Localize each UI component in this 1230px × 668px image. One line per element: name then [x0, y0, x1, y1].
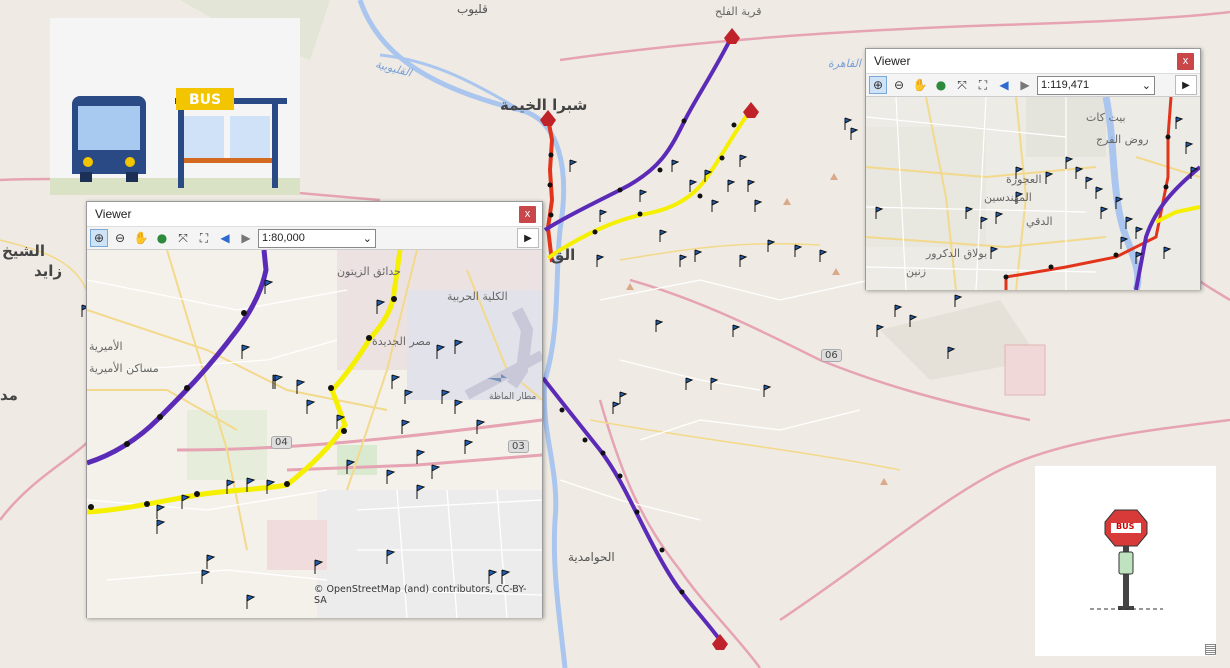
forward-arrow-icon[interactable]: ▶	[237, 229, 255, 247]
fit-extent-icon[interactable]: ⛶	[974, 76, 992, 94]
place-label-shubra: شبرا الخيمة	[500, 96, 588, 114]
place-label-qaryat-alfalah: قرية الفلح	[715, 5, 762, 18]
close-button[interactable]: x	[519, 205, 536, 223]
forward-arrow-icon[interactable]: ▶	[1016, 76, 1034, 94]
map-label-matar: مطار الماظة	[489, 392, 537, 402]
close-button[interactable]: x	[1177, 52, 1194, 70]
fit-extent-icon[interactable]: ⛶	[195, 229, 213, 247]
map-label-duqqi: الدقي	[1026, 215, 1053, 228]
viewer-panel-left[interactable]: Viewer x ⊕ ⊖ ✋ ● ⤧ ⛶ ◀ ▶ 1:80,000 ⌄ ▶ حد…	[86, 201, 543, 618]
map-attribution: © OpenStreetMap (and) contributors, CC-B…	[314, 584, 527, 606]
place-label-qalyub: قليوب	[457, 2, 488, 16]
chevron-down-icon: ⌄	[1141, 79, 1151, 92]
place-label-zayed: زايد	[34, 262, 63, 280]
map-label-harbiya: الكلية الحربية	[447, 290, 508, 303]
scale-value: 1:119,471	[1041, 79, 1090, 91]
map-label-mohandiseen: المهندسين	[984, 191, 1032, 204]
bus-shelter-label: BUS	[189, 92, 222, 108]
viewer-panel-right[interactable]: Viewer x ⊕ ⊖ ✋ ● ⤧ ⛶ ◀ ▶ 1:119,471 ⌄ ▶ ر…	[865, 48, 1201, 290]
viewer-map-left[interactable]: حدائق الزيتون مصر الجديدة الأميرية مساكن…	[87, 250, 542, 618]
zoom-out-icon[interactable]: ⊖	[111, 229, 129, 247]
zoom-in-icon[interactable]: ⊕	[869, 76, 887, 94]
viewer-map-right[interactable]: روض الفرج بيت كات العجوزة المهندسين الدق…	[866, 97, 1200, 290]
zoom-full-extent-icon[interactable]: ⤧	[174, 229, 192, 247]
map-label-rawd-faraj: روض الفرج	[1096, 133, 1149, 146]
scale-value: 1:80,000	[262, 232, 305, 244]
document-icon[interactable]: ▤	[1204, 641, 1222, 659]
place-label-cairo: القاهرة	[828, 57, 861, 70]
back-arrow-icon[interactable]: ◀	[995, 76, 1013, 94]
play-button[interactable]: ▶	[517, 228, 539, 248]
viewer-title-bar[interactable]: Viewer x	[87, 202, 542, 226]
play-button[interactable]: ▶	[1175, 75, 1197, 95]
map-label-masakin: مساكن الأميرية	[89, 362, 159, 375]
map-label-amiriya: الأميرية	[89, 340, 123, 353]
viewer-toolbar: ⊕ ⊖ ✋ ● ⤧ ⛶ ◀ ▶ 1:119,471 ⌄ ▶	[866, 73, 1200, 97]
chevron-down-icon: ⌄	[362, 232, 372, 245]
map-label-zaitoun: حدائق الزيتون	[337, 265, 401, 278]
place-label-hawamdiya: الحوامدية	[568, 550, 615, 564]
place-label-qa: الق	[551, 246, 576, 264]
viewer-title-bar[interactable]: Viewer x	[866, 49, 1200, 73]
map-label-bayt-kat: بيت كات	[1086, 111, 1126, 124]
bus-station-illustration: BUS	[50, 18, 300, 195]
viewer-toolbar: ⊕ ⊖ ✋ ● ⤧ ⛶ ◀ ▶ 1:80,000 ⌄ ▶	[87, 226, 542, 250]
scale-dropdown[interactable]: 1:80,000 ⌄	[258, 228, 376, 248]
map-label-misr-jadida: مصر الجديدة	[372, 335, 431, 348]
zoom-out-icon[interactable]: ⊖	[890, 76, 908, 94]
pan-hand-icon[interactable]: ✋	[132, 229, 150, 247]
viewer-title: Viewer	[874, 54, 911, 68]
road-shield-06: 06	[821, 349, 842, 362]
zoom-in-icon[interactable]: ⊕	[90, 229, 108, 247]
pan-hand-icon[interactable]: ✋	[911, 76, 929, 94]
bus-stop-sign-illustration: BUS	[1035, 466, 1216, 656]
back-arrow-icon[interactable]: ◀	[216, 229, 234, 247]
zoom-full-extent-icon[interactable]: ⤧	[953, 76, 971, 94]
scale-dropdown[interactable]: 1:119,471 ⌄	[1037, 75, 1155, 95]
map-label-ajouza: العجوزة	[1006, 173, 1042, 186]
bus-sign-label: BUS	[1116, 522, 1135, 531]
globe-icon[interactable]: ●	[153, 229, 171, 247]
map-label-bulaq: بولاق الدكرور	[926, 247, 988, 260]
place-label-madi: مد	[0, 386, 18, 404]
map-label-zeinin: زنين	[906, 265, 927, 278]
road-shield-03: 03	[508, 440, 529, 453]
road-shield-04: 04	[271, 436, 292, 449]
globe-icon[interactable]: ●	[932, 76, 950, 94]
viewer-title: Viewer	[95, 207, 132, 221]
place-label-sheikh: الشيخ	[2, 242, 45, 260]
